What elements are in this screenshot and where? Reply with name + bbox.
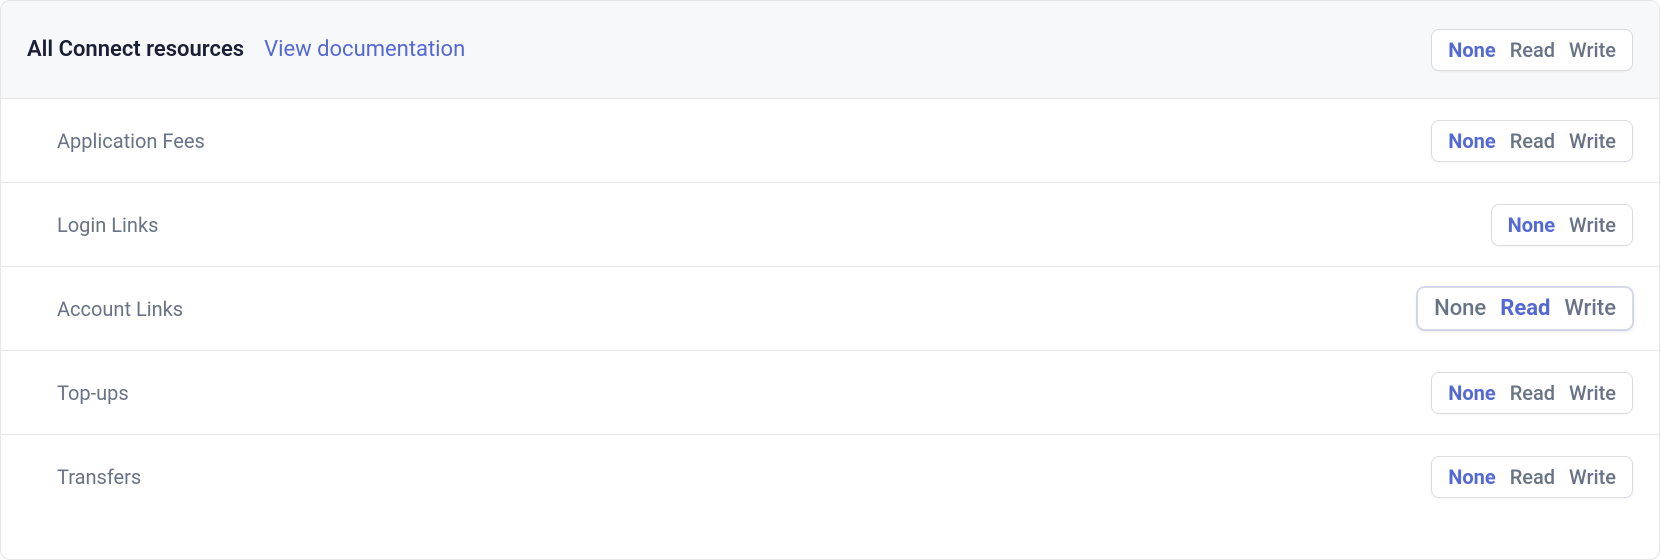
permission-row-segmented: None Read Write	[1431, 372, 1633, 414]
row-0-none-option[interactable]: None	[1448, 129, 1495, 153]
header-none-option[interactable]: None	[1448, 38, 1495, 62]
row-3-write-option[interactable]: Write	[1569, 381, 1616, 405]
row-0-write-option[interactable]: Write	[1569, 129, 1616, 153]
permission-row-segmented: None Read Write	[1431, 456, 1633, 498]
row-1-none-option[interactable]: None	[1508, 213, 1555, 237]
view-documentation-link[interactable]: View documentation	[264, 37, 465, 62]
permission-row: Top-ups None Read Write	[1, 351, 1659, 435]
row-4-write-option[interactable]: Write	[1569, 465, 1616, 489]
permissions-header-segmented: None Read Write	[1431, 29, 1633, 71]
permission-row: Login Links None Write	[1, 183, 1659, 267]
row-4-read-option[interactable]: Read	[1510, 465, 1555, 489]
permission-row-label: Transfers	[57, 465, 141, 489]
row-2-write-option[interactable]: Write	[1564, 296, 1616, 321]
permission-row-label: Top-ups	[57, 381, 129, 405]
permissions-header-row: All Connect resources View documentation…	[1, 1, 1659, 99]
header-read-option[interactable]: Read	[1510, 38, 1555, 62]
permission-row-label: Account Links	[57, 297, 183, 321]
permission-row: Transfers None Read Write	[1, 435, 1659, 519]
header-write-option[interactable]: Write	[1569, 38, 1616, 62]
row-3-read-option[interactable]: Read	[1510, 381, 1555, 405]
row-2-none-option[interactable]: None	[1434, 296, 1486, 321]
permissions-header-left: All Connect resources View documentation	[27, 37, 465, 62]
row-4-none-option[interactable]: None	[1448, 465, 1495, 489]
permission-row-segmented: None Read Write	[1417, 287, 1633, 330]
row-0-read-option[interactable]: Read	[1510, 129, 1555, 153]
row-2-read-option[interactable]: Read	[1500, 296, 1550, 321]
permission-row-label: Application Fees	[57, 129, 205, 153]
permission-row-segmented: None Read Write	[1431, 120, 1633, 162]
permissions-panel: All Connect resources View documentation…	[0, 0, 1660, 560]
permission-row: Application Fees None Read Write	[1, 99, 1659, 183]
permission-row: Account Links None Read Write	[1, 267, 1659, 351]
permission-row-label: Login Links	[57, 213, 158, 237]
permissions-rows: Application FeesNoneReadWriteLogin Links…	[1, 99, 1659, 519]
permissions-header-title: All Connect resources	[27, 37, 244, 62]
permission-row-segmented: None Write	[1491, 204, 1633, 246]
row-1-write-option[interactable]: Write	[1569, 213, 1616, 237]
row-3-none-option[interactable]: None	[1448, 381, 1495, 405]
